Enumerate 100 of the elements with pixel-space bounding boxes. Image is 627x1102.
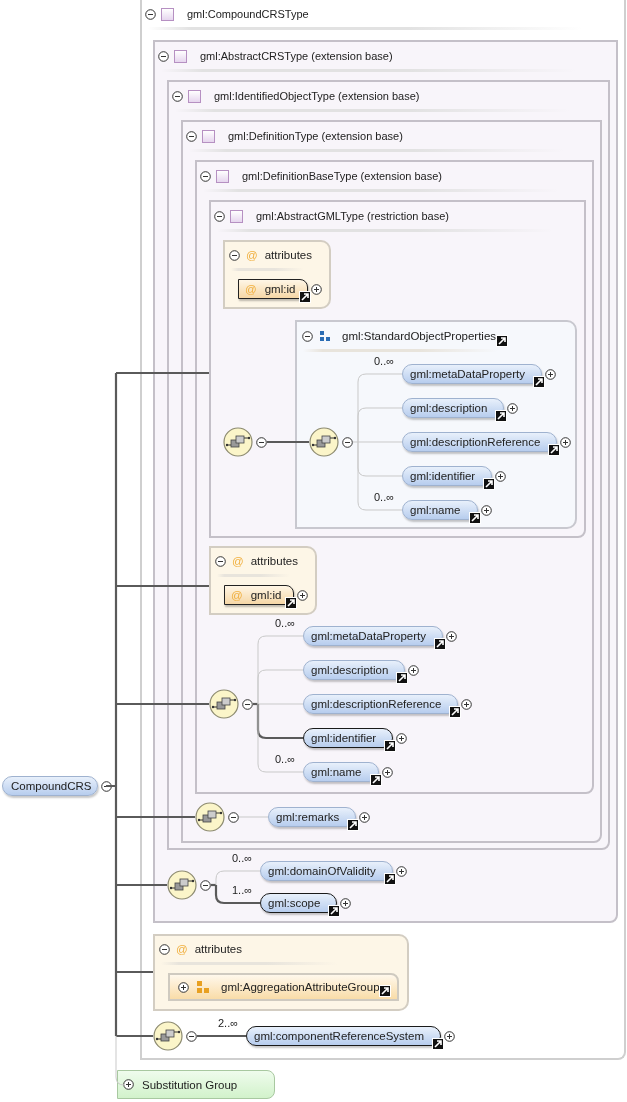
attributes-label: attributes <box>264 249 312 261</box>
collapse-icon[interactable] <box>159 943 170 955</box>
element-name: gml:metaDataProperty <box>410 368 526 380</box>
expand-icon[interactable] <box>123 1079 134 1090</box>
type-title: gml:DefinitionBaseType (extension base) <box>242 170 442 182</box>
link-icon[interactable] <box>383 873 396 885</box>
element-name: gml:description <box>311 664 389 676</box>
link-icon[interactable] <box>548 444 561 456</box>
link-icon[interactable] <box>396 672 409 684</box>
collapse-icon[interactable] <box>172 90 183 102</box>
expand-icon[interactable] <box>507 402 519 414</box>
expand-icon[interactable] <box>178 981 189 993</box>
element-name: gml:name <box>311 766 362 778</box>
collapse-icon[interactable] <box>186 130 197 142</box>
collapse-icon[interactable] <box>215 555 226 567</box>
collapse-icon[interactable] <box>256 436 267 448</box>
collapse-icon[interactable] <box>158 50 169 62</box>
expand-icon[interactable] <box>545 368 557 380</box>
collapse-icon[interactable] <box>228 811 239 823</box>
expand-icon[interactable] <box>359 811 371 823</box>
link-icon[interactable] <box>347 819 360 831</box>
expand-icon[interactable] <box>396 732 408 744</box>
cardinality-label: 0..∞ <box>374 491 395 503</box>
link-icon[interactable] <box>369 774 382 786</box>
type-icon <box>174 49 187 63</box>
attribute-group-icon <box>197 981 210 993</box>
element-name: gml:description <box>410 402 488 414</box>
cardinality-label: 0..∞ <box>275 617 296 629</box>
link-icon[interactable] <box>533 376 546 388</box>
cardinality-label: 1..∞ <box>232 884 253 896</box>
at-sign-icon: @ <box>231 589 243 601</box>
sequence-icon[interactable] <box>166 869 198 901</box>
sequence-icon[interactable] <box>152 1020 184 1052</box>
link-icon[interactable] <box>299 291 312 303</box>
attributes-label: attributes <box>250 555 298 567</box>
element-name: gml:domainOfValidity <box>268 865 376 877</box>
link-icon[interactable] <box>384 740 397 752</box>
link-icon[interactable] <box>328 905 341 917</box>
link-icon[interactable] <box>483 478 496 490</box>
expand-icon[interactable] <box>311 283 323 295</box>
expand-icon[interactable] <box>381 766 393 778</box>
link-icon[interactable] <box>495 410 508 422</box>
type-icon <box>161 7 174 21</box>
link-icon[interactable] <box>449 706 462 718</box>
sequence-icon[interactable] <box>222 426 254 458</box>
sequence-icon[interactable] <box>194 801 226 833</box>
collapse-icon[interactable] <box>145 8 156 20</box>
type-title: gml:AbstractGMLType (restriction base) <box>256 210 449 222</box>
element-name: gml:identifier <box>311 732 377 744</box>
expand-icon[interactable] <box>297 589 309 601</box>
collapse-icon[interactable] <box>214 210 225 222</box>
element-name: gml:scope <box>268 897 321 909</box>
collapse-icon[interactable] <box>200 170 211 182</box>
expand-icon[interactable] <box>480 504 492 516</box>
sequence-icon[interactable] <box>308 426 340 458</box>
expand-icon[interactable] <box>495 470 507 482</box>
element-name: gml:remarks <box>276 811 340 823</box>
sequence-icon[interactable] <box>208 688 240 720</box>
element-name: gml:identifier <box>410 470 476 482</box>
cardinality-label: 0..∞ <box>275 753 296 765</box>
type-icon <box>230 209 243 223</box>
collapse-icon[interactable] <box>302 330 313 342</box>
link-icon[interactable] <box>468 512 481 524</box>
link-icon[interactable] <box>434 638 447 650</box>
collapse-icon[interactable] <box>186 1030 197 1042</box>
collapse-icon[interactable] <box>229 249 240 261</box>
attributes-label: attributes <box>194 943 242 955</box>
element-name: gml:descriptionReference <box>311 698 442 710</box>
type-icon <box>216 169 229 183</box>
element-pill[interactable]: CompoundCRS <box>2 776 98 796</box>
at-sign-icon: @ <box>245 283 257 295</box>
cardinality-label: 0..∞ <box>232 852 253 864</box>
collapse-icon[interactable] <box>101 780 112 792</box>
expand-icon[interactable] <box>395 865 407 877</box>
attribute-group-pill[interactable]: gml:AggregationAttributeGroup <box>168 973 399 1001</box>
type-icon <box>202 129 215 143</box>
link-icon[interactable] <box>379 985 391 997</box>
link-icon[interactable] <box>496 335 509 347</box>
cardinality-label: 0..∞ <box>374 355 395 367</box>
type-title: gml:AbstractCRSType (extension base) <box>200 50 393 62</box>
element-name: gml:componentReferenceSystem <box>254 1030 425 1042</box>
expand-icon[interactable] <box>461 698 473 710</box>
expand-icon[interactable] <box>446 630 458 642</box>
collapse-icon[interactable] <box>342 436 353 448</box>
expand-icon[interactable] <box>340 897 352 909</box>
type-title: gml:CompoundCRSType <box>187 8 309 20</box>
substitution-group-panel[interactable]: Substitution Group <box>117 1070 275 1099</box>
collapse-icon[interactable] <box>200 879 211 891</box>
expand-icon[interactable] <box>444 1030 456 1042</box>
expand-icon[interactable] <box>408 664 420 676</box>
link-icon[interactable] <box>285 597 298 609</box>
expand-icon[interactable] <box>560 436 572 448</box>
collapse-icon[interactable] <box>242 698 253 710</box>
attribute-group-name: gml:AggregationAttributeGroup <box>221 981 380 993</box>
connector-line <box>267 440 309 444</box>
attribute-name: gml:id <box>250 589 282 601</box>
cardinality-label: 2..∞ <box>218 1017 239 1029</box>
link-icon[interactable] <box>432 1038 445 1050</box>
element-name: CompoundCRS <box>11 780 92 792</box>
type-title: gml:DefinitionType (extension base) <box>228 130 403 142</box>
